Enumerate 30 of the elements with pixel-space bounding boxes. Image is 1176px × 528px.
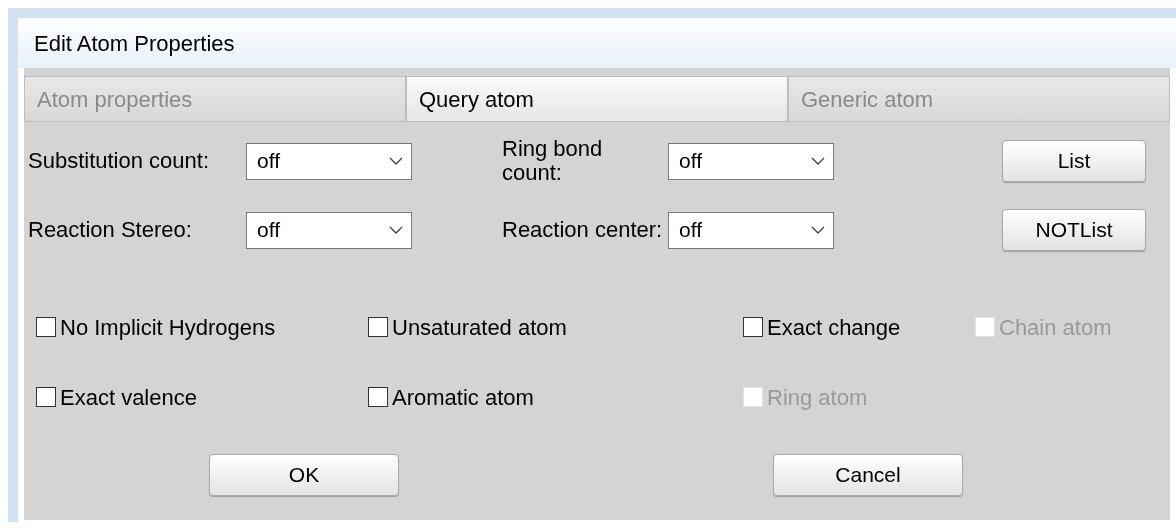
dropdown[interactable]: off: [668, 142, 834, 180]
chevron-down-icon: [389, 225, 403, 235]
checkbox[interactable]: [36, 317, 56, 337]
checkbox[interactable]: [36, 387, 56, 407]
checkbox-label: Exact valence: [60, 383, 197, 412]
checkbox-label: No Implicit Hydrogens: [60, 313, 276, 342]
checkbox-label: Exact change: [767, 313, 901, 342]
checkbox[interactable]: [743, 317, 763, 337]
checkbox-label: Unsaturated atom: [392, 313, 567, 342]
dialog-button[interactable]: Cancel: [773, 454, 963, 496]
dropdown[interactable]: off: [246, 142, 412, 180]
tab[interactable]: Query atom: [406, 76, 788, 122]
chevron-down-icon: [389, 156, 403, 166]
checkbox[interactable]: [368, 387, 388, 407]
field-label: Reaction Stereo:: [28, 217, 193, 243]
field-label: Reaction center:: [502, 217, 664, 243]
chevron-down-icon: [811, 156, 825, 166]
checkbox-label: Chain atom: [999, 313, 1112, 342]
checkbox-label: Ring atom: [767, 383, 868, 412]
dialog-button[interactable]: OK: [209, 454, 399, 496]
window-title: Edit Atom Properties: [34, 29, 235, 58]
dropdown[interactable]: off: [668, 211, 834, 249]
field-label: Ring bond count:: [502, 136, 604, 186]
checkbox[interactable]: [368, 317, 388, 337]
dialog-button[interactable]: NOTList: [1002, 209, 1146, 251]
checkbox-label: Aromatic atom: [392, 383, 534, 412]
chevron-down-icon: [811, 225, 825, 235]
field-label: Substitution count:: [28, 148, 210, 174]
dropdown[interactable]: off: [246, 211, 412, 249]
dialog-button[interactable]: List: [1002, 140, 1146, 182]
